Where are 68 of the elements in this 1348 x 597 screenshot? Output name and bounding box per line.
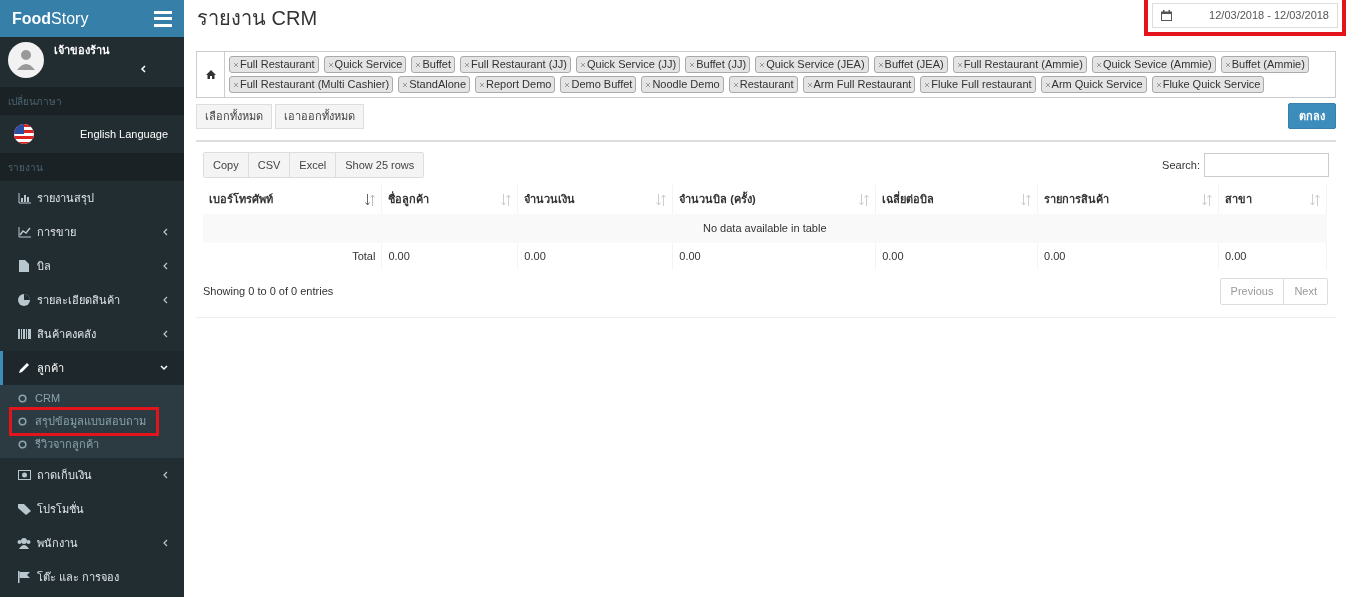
total-cell: 0.00 <box>1044 250 1066 263</box>
total-cell: 0.00 <box>388 250 410 263</box>
search-field[interactable] <box>1204 153 1329 177</box>
chevron-left-icon <box>162 330 168 338</box>
tag-icon <box>17 503 31 515</box>
circle-icon <box>18 440 27 449</box>
submenu-item[interactable]: CRM <box>16 387 71 410</box>
total-cell: 0.00 <box>679 250 701 263</box>
circle-icon <box>18 417 27 426</box>
column-header[interactable]: เฉลี่ยต่อบิล <box>882 191 935 208</box>
sidebar-item[interactable]: สินค้าคงคลัง <box>0 317 184 351</box>
language-item[interactable]: English Language <box>0 115 184 153</box>
section-header: รายงาน <box>8 160 43 175</box>
select-button[interactable]: เอาออกทั้งหมด <box>275 103 364 129</box>
flag-icon <box>17 571 31 583</box>
sidebar-item[interactable]: ถาดเก็บเงิน <box>0 458 184 492</box>
column-header[interactable]: สาขา <box>1225 191 1252 208</box>
sidebar-item[interactable]: โปรโมชั่น <box>0 492 184 526</box>
submit-button[interactable]: ตกลง <box>1288 103 1336 129</box>
column-header[interactable]: ชื่อลูกค้า <box>388 191 430 208</box>
export-button[interactable]: Show 25 rows <box>335 153 424 177</box>
sidebar-item[interactable]: รายงานสรุป <box>0 181 184 215</box>
total-cell: 0.00 <box>882 250 904 263</box>
sidebar-item[interactable]: ลูกค้า <box>0 351 184 385</box>
circle-icon <box>18 394 27 403</box>
users-icon <box>17 537 31 549</box>
export-button[interactable]: Copy <box>204 153 248 177</box>
bar-chart-icon <box>17 192 31 204</box>
column-header[interactable]: รายการสินค้า <box>1044 191 1110 208</box>
table-info: Showing 0 to 0 of 0 entries <box>203 284 334 300</box>
barcode-icon <box>17 329 31 339</box>
search-label: Search: <box>1162 157 1200 173</box>
sidebar-item[interactable]: พนักงาน <box>0 526 184 560</box>
export-button[interactable]: Excel <box>289 153 336 177</box>
document-icon <box>17 260 31 272</box>
column-header[interactable]: เบอร์โทรศัพท์ <box>209 191 273 208</box>
chevron-left-icon <box>162 539 168 547</box>
select-button[interactable]: เลือกทั้งหมด <box>196 103 272 129</box>
chevron-down-icon <box>160 365 168 371</box>
line-chart-icon <box>17 226 31 238</box>
pie-chart-icon <box>17 294 31 306</box>
column-header[interactable]: จำนวนบิล (ครั้ง) <box>679 191 756 208</box>
page-title: รายงาน CRM <box>197 6 318 31</box>
total-cell: 0.00 <box>524 250 546 263</box>
chevron-left-icon <box>162 228 168 236</box>
chevron-left-icon <box>162 262 168 270</box>
calendar-icon <box>1161 10 1172 21</box>
us-flag-icon <box>14 124 34 144</box>
section-header: เปลี่ยนภาษา <box>8 93 62 109</box>
sidebar-item[interactable]: รายละเอียดสินค้า <box>0 283 184 317</box>
pencil-icon <box>17 362 31 374</box>
total-label: Total <box>352 250 376 263</box>
chevron-left-icon <box>162 296 168 304</box>
export-button[interactable]: CSV <box>247 153 290 177</box>
sidebar-item[interactable]: การขาย <box>0 215 184 249</box>
submenu-item[interactable]: สรุปข้อมูลแบบสอบถาม <box>12 410 156 433</box>
sidebar-item[interactable]: โต๊ะ และ การจอง <box>0 560 184 594</box>
menu-button[interactable] <box>154 10 172 27</box>
chevron-left-icon <box>162 471 168 479</box>
empty-message: No data available in table <box>703 222 827 235</box>
total-cell: 0.00 <box>1225 250 1247 263</box>
column-header[interactable]: จำนวนเงิน <box>524 191 576 208</box>
chevron-left-icon <box>140 64 146 73</box>
cash-icon <box>17 470 31 480</box>
sidebar-item[interactable]: บิล <box>0 249 184 283</box>
submenu-item[interactable]: รีวิวจากลูกค้า <box>16 433 109 456</box>
user-name: เจ้าของร้าน <box>54 43 111 58</box>
avatar-icon <box>8 42 44 78</box>
